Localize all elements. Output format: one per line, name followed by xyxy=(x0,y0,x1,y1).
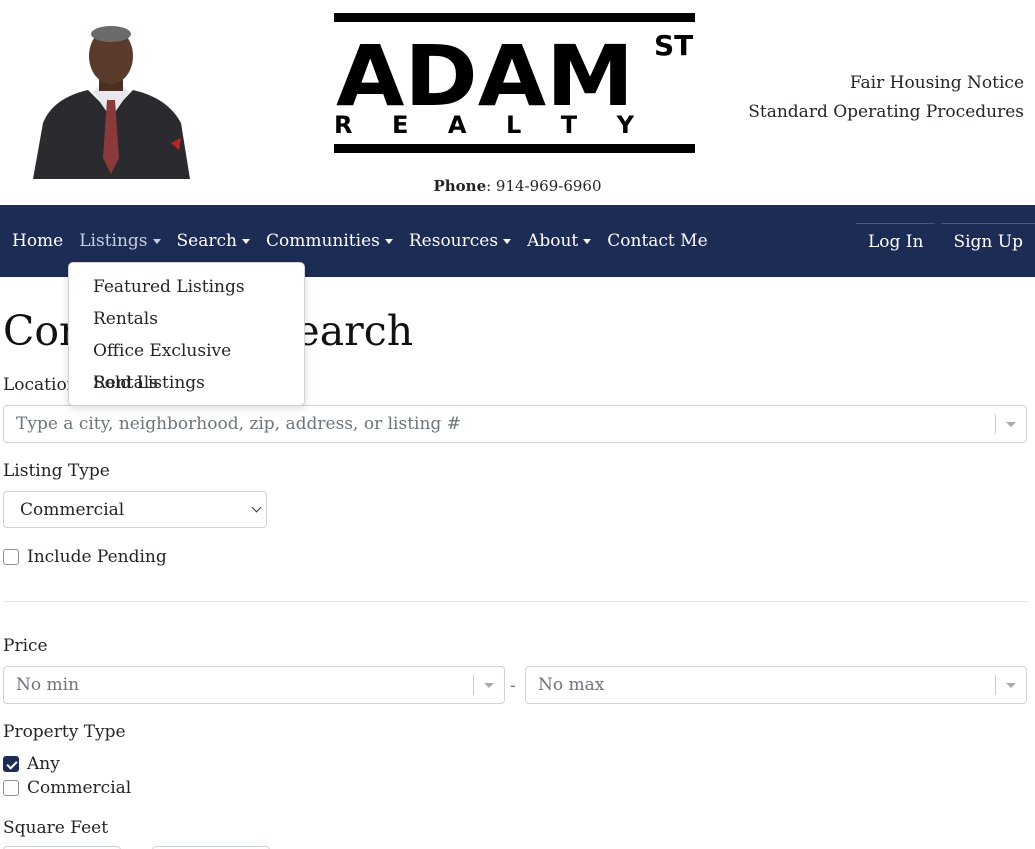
caret-down-icon xyxy=(503,238,512,244)
property-type-any-label: Any xyxy=(27,754,60,774)
phone-number[interactable]: : 914-969-6960 xyxy=(486,177,601,195)
divider xyxy=(995,675,996,695)
include-pending-checkbox[interactable] xyxy=(3,549,19,565)
phone-line: Phone: 914-969-6960 xyxy=(0,177,1035,195)
listing-type-value: Commercial xyxy=(20,500,125,520)
property-type-commercial-row[interactable]: Commercial xyxy=(3,778,131,798)
property-type-any-checkbox[interactable] xyxy=(3,756,19,772)
nav-home[interactable]: Home xyxy=(12,231,63,251)
property-type-commercial-checkbox[interactable] xyxy=(3,780,19,796)
price-min-value: No min xyxy=(16,675,80,695)
nav-search[interactable]: Search xyxy=(177,231,250,251)
agent-photo xyxy=(33,18,190,179)
dropdown-item-rentals[interactable]: Rentals xyxy=(69,303,304,335)
listings-dropdown-menu: Featured Listings Rentals Office Exclusi… xyxy=(68,262,305,406)
price-max-value: No max xyxy=(538,675,605,695)
dropdown-item-office-exclusive[interactable]: Office Exclusive Rentals xyxy=(69,335,304,393)
chevron-down-icon[interactable] xyxy=(1006,683,1016,688)
header-links: Fair Housing Notice Standard Operating P… xyxy=(748,69,1024,127)
listing-type-select[interactable]: Commercial xyxy=(3,491,267,528)
nav-resources[interactable]: Resources xyxy=(409,231,512,251)
include-pending-label: Include Pending xyxy=(27,547,167,567)
property-type-any-row[interactable]: Any xyxy=(3,754,60,774)
price-range-separator: - xyxy=(510,676,516,696)
price-min-select[interactable]: No min xyxy=(3,666,505,704)
include-pending-row[interactable]: Include Pending xyxy=(3,547,167,567)
dropdown-item-sold[interactable]: Sold Listings xyxy=(69,367,304,399)
nav-communities[interactable]: Communities xyxy=(266,231,393,251)
site-header: ADAM ST R E A L T Y Phone: 914-969-6960 … xyxy=(0,0,1035,205)
sop-link[interactable]: Standard Operating Procedures xyxy=(748,98,1024,127)
chevron-down-icon xyxy=(251,502,262,513)
adam-st-realty-logo[interactable]: ADAM ST R E A L T Y xyxy=(334,13,695,153)
phone-label: Phone xyxy=(433,177,487,195)
divider xyxy=(995,414,996,434)
property-type-commercial-label: Commercial xyxy=(27,778,132,798)
signup-button[interactable]: Sign Up xyxy=(941,223,1035,260)
location-placeholder: Type a city, neighborhood, zip, address,… xyxy=(16,414,461,434)
price-max-select[interactable]: No max xyxy=(525,666,1027,704)
chevron-down-icon[interactable] xyxy=(484,683,494,688)
fair-housing-link[interactable]: Fair Housing Notice xyxy=(748,69,1024,98)
login-button[interactable]: Log In xyxy=(855,223,936,260)
listing-type-label: Listing Type xyxy=(3,461,110,481)
nav-listings[interactable]: Listings xyxy=(79,231,161,251)
property-type-label: Property Type xyxy=(3,722,126,742)
price-label: Price xyxy=(3,636,48,656)
caret-down-icon xyxy=(384,238,393,244)
caret-down-icon xyxy=(583,238,592,244)
caret-down-icon xyxy=(152,238,161,244)
nav-contact[interactable]: Contact Me xyxy=(607,231,707,251)
location-label: Location xyxy=(3,375,78,395)
location-search-input[interactable]: Type a city, neighborhood, zip, address,… xyxy=(3,405,1027,443)
chevron-down-icon[interactable] xyxy=(1006,422,1016,427)
caret-down-icon xyxy=(241,238,250,244)
nav-account: Log In Sign Up xyxy=(850,223,1035,260)
square-feet-label: Square Feet xyxy=(3,818,109,838)
divider xyxy=(3,601,1027,602)
svg-text:ST: ST xyxy=(654,29,693,62)
nav-about[interactable]: About xyxy=(527,231,592,251)
dropdown-item-featured[interactable]: Featured Listings xyxy=(69,271,304,303)
divider xyxy=(473,675,474,695)
